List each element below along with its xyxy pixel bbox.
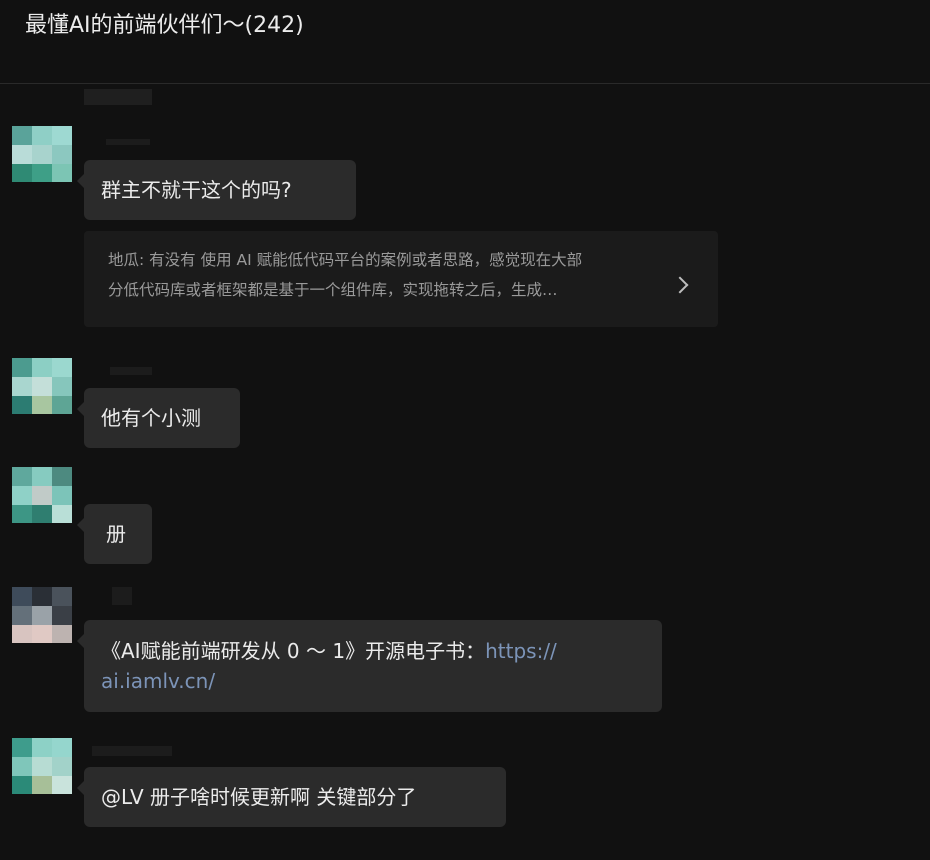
message-list[interactable]: 群主不就干这个的吗? 地瓜: 有没有 使用 AI 赋能低代码平台的案例或者思路，… (0, 85, 930, 860)
message-bubble[interactable]: 他有个小测 (77, 388, 240, 448)
message-bubble[interactable]: 《AI赋能前端研发从 0 ～ 1》开源电子书：https:// ai.iamlv… (77, 620, 662, 712)
message-text: 他有个小测 (101, 406, 201, 430)
message-bubble[interactable]: 群主不就干这个的吗? (77, 160, 356, 220)
quoted-message[interactable]: 地瓜: 有没有 使用 AI 赋能低代码平台的案例或者思路，感觉现在大部 分低代码… (84, 231, 718, 327)
message-link-continued[interactable]: ai.iamlv.cn/ (101, 669, 215, 693)
chevron-right-icon[interactable] (671, 276, 689, 294)
avatar[interactable] (12, 587, 72, 643)
chat-header: 最懂AI的前端伙伴们～(242) (0, 0, 930, 84)
sender-name-blurred (106, 139, 150, 145)
message-bubble[interactable]: @LV 册子啥时候更新啊 关键部分了 (77, 767, 506, 827)
group-title: 最懂AI的前端伙伴们～(242) (25, 13, 304, 38)
avatar[interactable] (12, 738, 72, 794)
sender-name-blurred (110, 367, 152, 375)
avatar[interactable] (12, 467, 72, 523)
message-link[interactable]: https:// (485, 639, 557, 663)
message-bubble[interactable]: 册 (77, 504, 152, 564)
sender-name-blurred (112, 587, 132, 605)
quote-line-1: 地瓜: 有没有 使用 AI 赋能低代码平台的案例或者思路，感觉现在大部 (108, 251, 583, 269)
sender-name-blurred (92, 746, 172, 756)
message-text: 群主不就干这个的吗? (101, 178, 292, 202)
previous-message-fragment (84, 89, 152, 105)
avatar[interactable] (12, 126, 72, 182)
avatar[interactable] (12, 358, 72, 414)
message-text: @LV 册子啥时候更新啊 关键部分了 (101, 785, 417, 809)
chat-window: 最懂AI的前端伙伴们～(242) 群主不就干这个的吗? 地瓜: 有没有 使用 A… (0, 0, 930, 860)
quote-line-2: 分低代码库或者框架都是基于一个组件库，实现拖转之后，生成… (108, 281, 558, 299)
message-text: 册 (106, 522, 126, 546)
message-text: 《AI赋能前端研发从 0 ～ 1》开源电子书： (101, 639, 486, 663)
